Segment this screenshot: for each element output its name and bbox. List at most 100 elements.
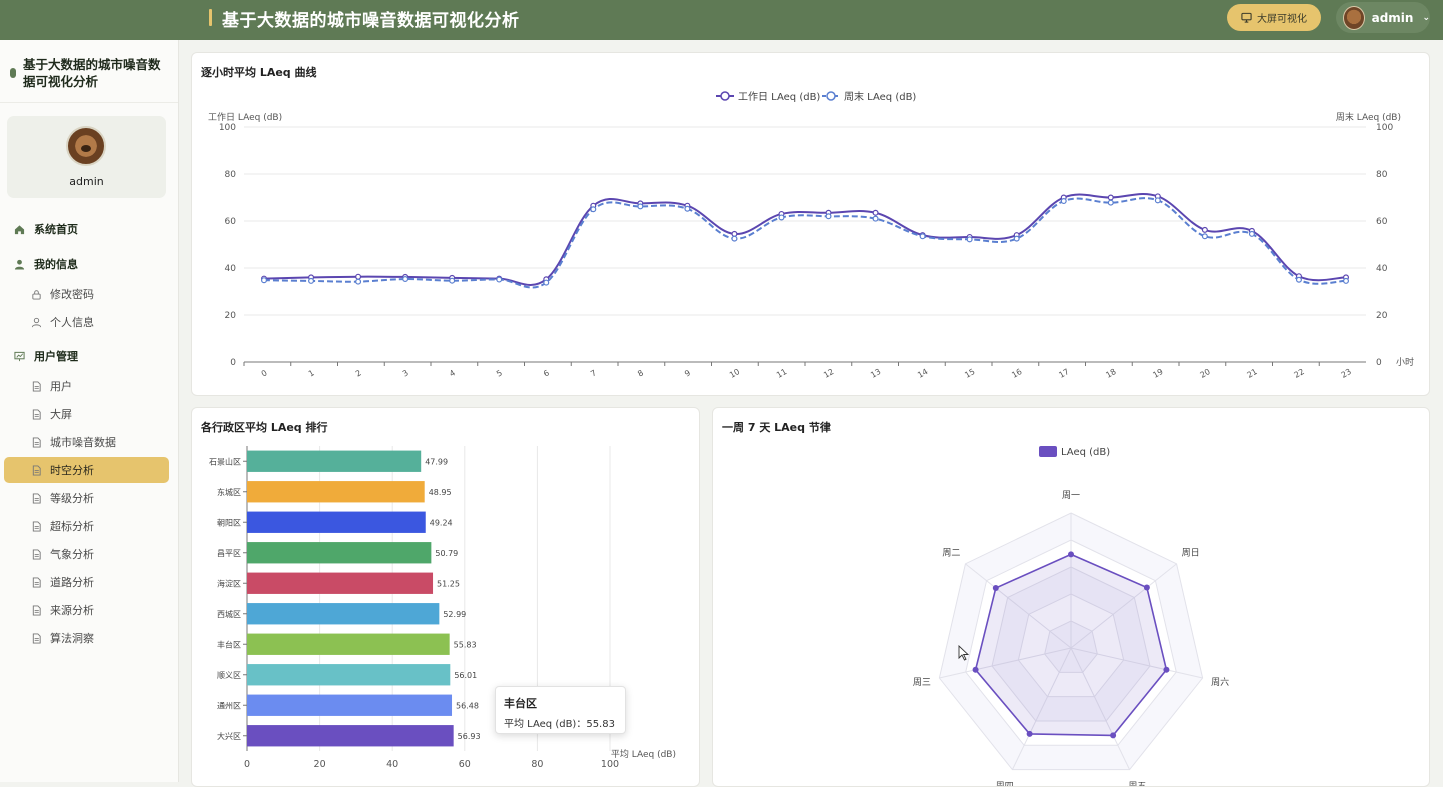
sidebar-item-9[interactable]: 等级分析 [0, 485, 179, 511]
series-point-0 [731, 230, 738, 237]
x-tick-label: 80 [531, 759, 543, 770]
series-point-1 [731, 235, 738, 242]
sidebar-brand-name: 基于大数据的城市噪音数据可视化分析 [23, 57, 161, 89]
lock-icon [32, 289, 41, 300]
radar-point [1143, 584, 1150, 591]
series-point-1 [449, 277, 456, 284]
y-tick-right: 100 [1376, 123, 1393, 133]
series-point-1 [355, 278, 362, 285]
radar-axis-label: 周三 [913, 677, 931, 688]
series-point-1 [496, 276, 503, 283]
y-tick-right: 20 [1376, 311, 1388, 321]
sidebar-item-1[interactable]: 我的信息 [0, 251, 179, 277]
bar [247, 664, 451, 686]
sidebar: 基于大数据的城市噪音数据可视化分析 admin 系统首页我的信息修改密码 个人信息… [0, 40, 179, 782]
category-label: 海淀区 [217, 578, 241, 588]
radar-point [972, 666, 979, 673]
tooltip-value: 平均 LAeq (dB)：55.83 [504, 719, 615, 730]
bar [247, 633, 450, 655]
data-label: 56.01 [454, 671, 477, 680]
sidebar-item-11[interactable]: 气象分析 [0, 541, 179, 567]
series-point-1 [637, 203, 644, 210]
x-tick-label: 8 [636, 368, 645, 378]
sidebar-item-13[interactable]: 来源分析 [0, 597, 179, 623]
series-point-1 [778, 214, 785, 221]
weekly-radar-chart: LAeq (dB)周一周日周六周五周四周三周二 [913, 446, 1229, 786]
x-axis-label: 平均 LAeq (dB) [611, 748, 676, 760]
profile-card: admin [7, 116, 166, 198]
radar-point [1110, 732, 1117, 739]
avatar [1343, 5, 1365, 30]
series-point-1 [872, 215, 879, 222]
series-point-1 [590, 206, 597, 213]
title-accent-bar [209, 9, 212, 26]
x-tick-label: 0 [244, 759, 250, 770]
y-tick-right: 80 [1376, 170, 1388, 180]
category-label: 西城区 [217, 610, 241, 619]
radar-point [1068, 551, 1074, 558]
x-tick-label: 40 [386, 759, 398, 770]
x-tick-label: 1 [307, 368, 316, 378]
bar [247, 572, 434, 594]
sidebar-item-12[interactable]: 道路分析 [0, 569, 179, 595]
bar [247, 511, 426, 533]
x-tick-label: 7 [589, 368, 598, 378]
user-icon [14, 259, 25, 270]
sidebar-item-14[interactable]: 算法洞察 [0, 625, 179, 651]
data-label: 56.48 [456, 701, 479, 710]
sidebar-item-8[interactable]: 时空分析 [4, 457, 169, 483]
sidebar-item-label: 大屏 [50, 408, 72, 421]
x-tick-label: 17 [1057, 367, 1070, 380]
chart-board-icon [14, 351, 25, 361]
category-label: 丰台区 [217, 639, 241, 649]
document-icon [32, 408, 41, 420]
sidebar-item-4[interactable]: 用户管理 [0, 343, 179, 369]
y-axis-left-label: 工作日 LAeq (dB) [208, 111, 282, 123]
x-tick-label: 3 [401, 368, 410, 378]
bigscreen-button[interactable]: 大屏可视化 [1227, 4, 1321, 31]
document-icon [32, 520, 41, 532]
data-label: 52.99 [443, 610, 466, 619]
chart-tooltip: 丰台区 平均 LAeq (dB)：55.83 [495, 686, 626, 734]
sidebar-item-0[interactable]: 系统首页 [0, 216, 179, 242]
top-bar: 基于大数据的城市噪音数据可视化分析 大屏可视化 admin ⌄ [0, 0, 1443, 40]
x-tick-label: 100 [601, 759, 619, 770]
data-label: 47.99 [425, 457, 448, 466]
sidebar-item-7[interactable]: 城市噪音数据 [0, 429, 179, 455]
radar-axis-label: 周二 [942, 548, 960, 559]
y-tick-left: 40 [225, 264, 237, 274]
sidebar-brand: 基于大数据的城市噪音数据可视化分析 [10, 56, 170, 90]
x-tick-label: 13 [869, 367, 882, 380]
sidebar-item-5[interactable]: 用户 [0, 373, 179, 399]
document-icon [32, 464, 41, 476]
series-point-0 [1107, 194, 1114, 201]
y-tick-right: 0 [1376, 358, 1382, 368]
data-label: 56.93 [458, 732, 481, 741]
x-tick-label: 12 [822, 367, 835, 380]
page-title: 基于大数据的城市噪音数据可视化分析 [222, 11, 520, 31]
bar [247, 725, 454, 747]
category-label: 大兴区 [217, 731, 241, 741]
sidebar-item-2[interactable]: 修改密码 [0, 281, 179, 307]
data-label: 50.79 [435, 549, 458, 558]
radar-point [1026, 730, 1033, 737]
series-point-1 [825, 213, 832, 220]
sidebar-item-label: 气象分析 [50, 548, 94, 561]
series-point-0 [355, 273, 362, 280]
sidebar-item-6[interactable]: 大屏 [0, 401, 179, 427]
legend-swatch [1039, 446, 1057, 457]
legend-label-workday: 工作日 LAeq (dB) [738, 91, 820, 103]
x-tick-label: 18 [1104, 367, 1117, 380]
sidebar-item-label: 算法洞察 [50, 632, 94, 645]
series-point-0 [1201, 226, 1208, 233]
series-point-1 [1013, 235, 1020, 242]
x-tick-label: 2 [354, 368, 363, 378]
x-tick-label: 60 [459, 759, 471, 770]
user-menu[interactable]: admin ⌄ [1336, 2, 1430, 33]
profile-avatar [66, 126, 106, 166]
user-name: admin [1371, 10, 1414, 25]
sidebar-item-10[interactable]: 超标分析 [0, 513, 179, 539]
sidebar-item-3[interactable]: 个人信息 [0, 309, 179, 335]
sidebar-item-label: 来源分析 [50, 604, 94, 617]
document-icon [32, 492, 41, 504]
